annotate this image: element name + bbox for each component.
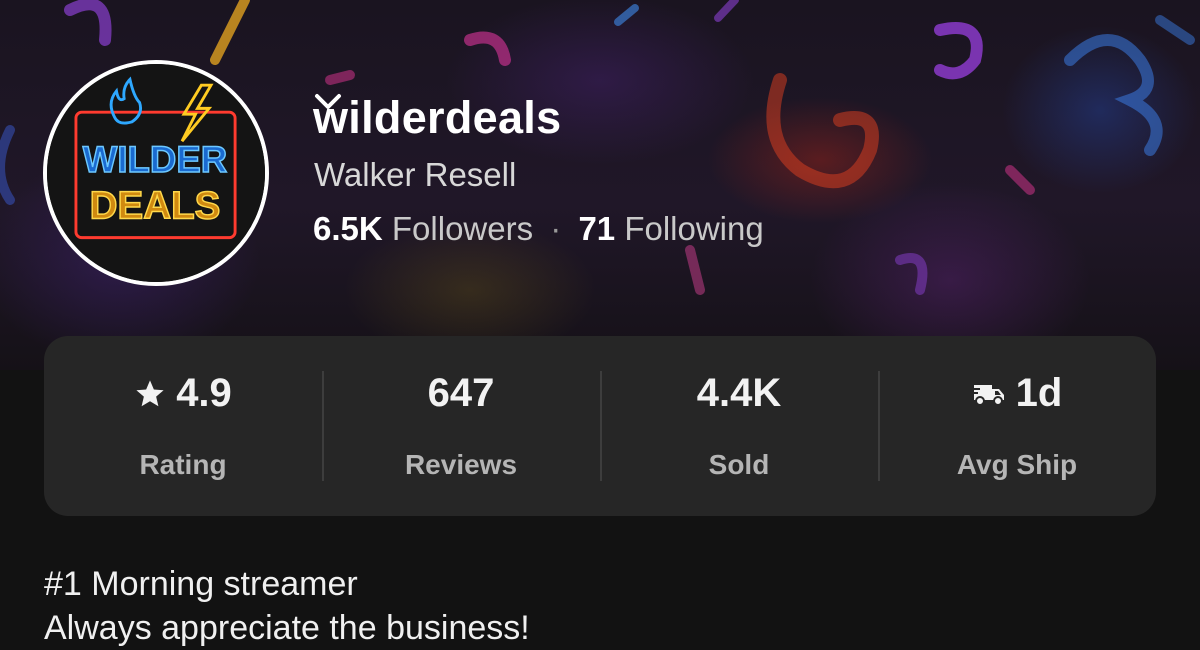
username-row: wilderdeals [313,92,621,144]
bio-line: Always appreciate the business! [44,609,530,647]
profile-bio: #1 Morning streamer Always appreciate th… [44,562,530,650]
shipping-truck-icon [971,384,1004,406]
rating-label: Rating [139,449,227,480]
reviews-label: Reviews [404,449,518,480]
account-switcher-button[interactable] [315,94,621,135]
following-link[interactable]: 71 Following [578,210,763,247]
avg-ship-value: 1d [1015,371,1063,415]
following-label: Following [624,210,764,247]
seller-stats-card: 4.9 Rating 647 Reviews 4.4K Sold 1d Avg … [44,336,1156,516]
username: wilderdeals [313,92,562,143]
svg-text:DEALS: DEALS [90,184,221,227]
followers-label: Followers [391,210,534,247]
reviews-value: 647 [427,371,495,415]
rating-value: 4.9 [176,371,232,415]
stat-avg-ship[interactable]: 1d Avg Ship [878,371,1156,481]
separator-dot: · [550,210,562,247]
avg-ship-value-group: 1d [971,371,1063,416]
following-count: 71 [578,210,616,247]
followers-count: 6.5K [313,210,383,247]
rating-value-group: 4.9 [134,371,232,416]
avg-ship-label: Avg Ship [956,449,1078,480]
wilder-deals-logo: WILDER DEALS [47,64,265,282]
star-icon [136,379,164,406]
follow-stats: 6.5K Followers · 71 Following [313,210,764,248]
chevron-down-icon [315,94,341,109]
sold-label: Sold [708,449,770,480]
bio-line: #1 Morning streamer [44,565,358,603]
stat-reviews[interactable]: 647 Reviews [322,371,600,481]
svg-text:WILDER: WILDER [83,139,228,180]
followers-link[interactable]: 6.5K Followers [313,210,542,247]
profile-banner: WILDER DEALS wilderdeals Walker Resell 6… [0,0,1200,370]
avatar[interactable]: WILDER DEALS [43,60,269,286]
stat-rating[interactable]: 4.9 Rating [44,371,322,481]
display-name: Walker Resell [314,156,517,193]
stat-sold[interactable]: 4.4K Sold [600,371,878,481]
sold-value: 4.4K [696,371,782,415]
